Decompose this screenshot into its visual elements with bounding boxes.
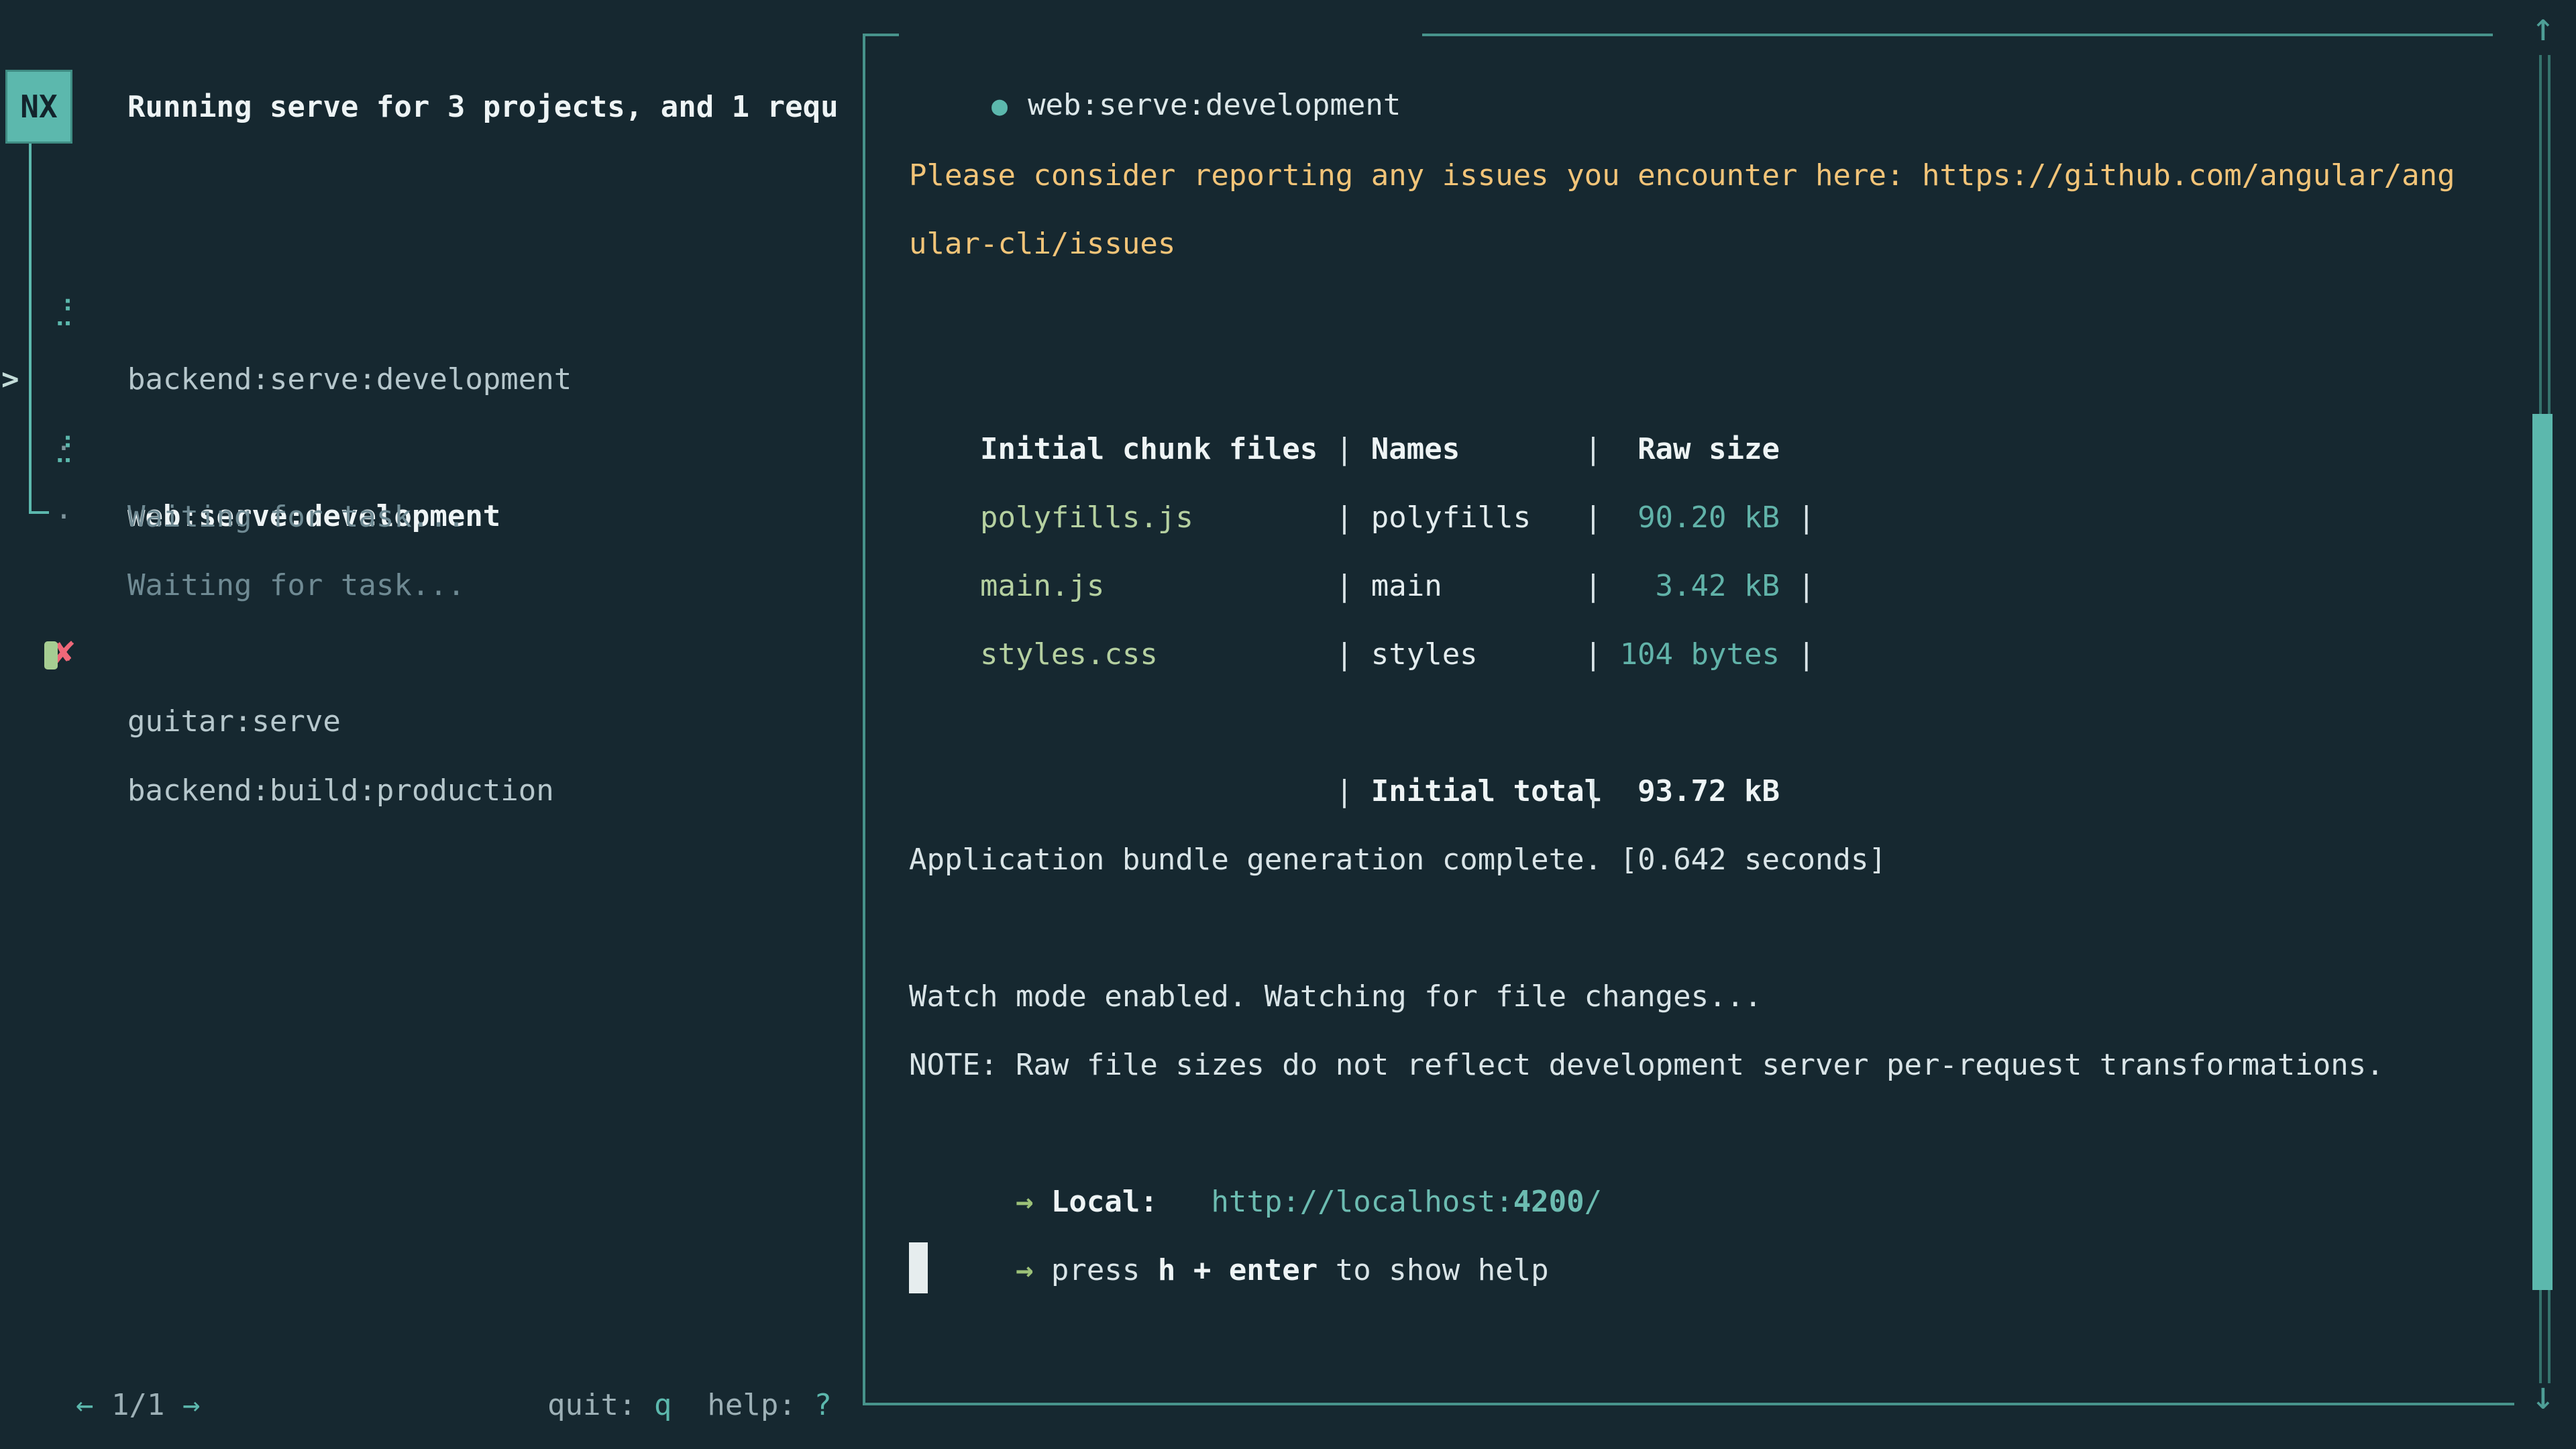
url-suffix: / [1585,1185,1603,1219]
watch-mode-line: Watch mode enabled. Watching for file ch… [909,963,1762,1031]
bundle-complete-line: Application bundle generation complete. … [909,826,1886,894]
page-next-icon[interactable]: → [182,1388,201,1422]
panel-title-text: web:serve:development [1028,88,1401,122]
task-label: Waiting for task... [127,483,465,551]
task-row-guitar-serve[interactable]: ✘ guitar:serve [0,551,860,619]
note-line: NOTE: Raw file sizes do not reflect deve… [909,1031,2384,1099]
cell-name: styles [1371,621,1585,689]
task-row-backend-build[interactable]: backend:build:production [0,620,860,688]
task-row-waiting-2[interactable]: · Waiting for task... [0,415,860,483]
help-key[interactable]: ? [814,1388,832,1422]
task-label: guitar:serve [127,688,341,756]
hotkey-hints: quit:qhelp:? [512,1303,832,1371]
table-row: main.js|main|3.42 kB| [909,484,1815,552]
help-label: help: [707,1388,796,1422]
page-title: Running serve for 3 projects, and 1 requ [127,73,860,142]
total-label: Initial total [1371,757,1585,826]
help-hint-line: →pressh + enterto show help [909,1168,1549,1236]
scrollbar-thumb[interactable] [2532,414,2553,1290]
panel-border-bottom [863,1403,2514,1405]
chunk-table-header: Initial chunk files|Names|Raw size [909,347,1780,415]
row-end-separator: | [1797,637,1815,672]
cell-size: 104 bytes [1602,621,1780,689]
table-row: styles.css|styles|104 bytes| [909,552,1815,621]
prompt-arrow-icon: → [1016,1253,1034,1287]
pagination: ←1/1→ [40,1303,200,1371]
panel-border-left [863,34,865,1405]
waiting-dot-icon: · [39,483,89,551]
task-label: backend:build:production [127,757,554,825]
angular-notice-line-1: Please consider reporting any issues you… [909,142,2455,210]
total-size: 93.72 kB [1602,757,1780,826]
nx-logo: NX [5,70,72,144]
nx-terminal-ui: { "sidebar": { "logo": "NX", "header": "… [0,0,2576,1449]
panel-border-top [863,34,899,36]
column-separator: | [1585,621,1602,689]
angular-notice-line-2: ular-cli/issues [909,210,1175,278]
task-row-waiting-1[interactable]: · Waiting for task... [0,346,860,415]
panel-title-rule [1422,34,2493,36]
help-hint-keys: h + enter [1158,1253,1318,1287]
help-hint-pre: press [1051,1253,1140,1287]
column-separator: | [1336,621,1371,689]
cell-file: styles.css [980,621,1336,689]
page-prev-icon[interactable]: ← [76,1388,94,1422]
quit-key[interactable]: q [654,1388,672,1422]
terminal-cursor [909,1242,928,1293]
running-dot-icon: ● [991,91,1008,121]
task-row-web-serve[interactable]: > ⣘ web:serve:development [0,277,860,345]
success-bar-icon [44,641,58,669]
quit-label: quit: [547,1388,636,1422]
column-separator: | [1336,757,1371,826]
local-server-line: →Local:http://localhost:4200/ [909,1099,1602,1168]
table-row: polyfills.js|polyfills|90.20 kB| [909,415,1815,484]
column-separator: | [1585,757,1602,826]
table-total-row: |Initial total|93.72 kB [909,689,1780,757]
task-output-panel: ●web:serve:development Please consider r… [863,0,2576,1449]
page-indicator: 1/1 [111,1388,164,1422]
help-hint-post: to show help [1336,1253,1549,1287]
task-row-backend-serve[interactable]: ⣘ backend:serve:development [0,209,860,277]
nx-logo-text: NX [20,89,57,125]
scroll-down-icon[interactable]: ↓ [2520,1373,2567,1418]
panel-title: ●web:serve:development [920,3,1401,71]
scroll-up-icon[interactable]: ↑ [2520,4,2567,50]
